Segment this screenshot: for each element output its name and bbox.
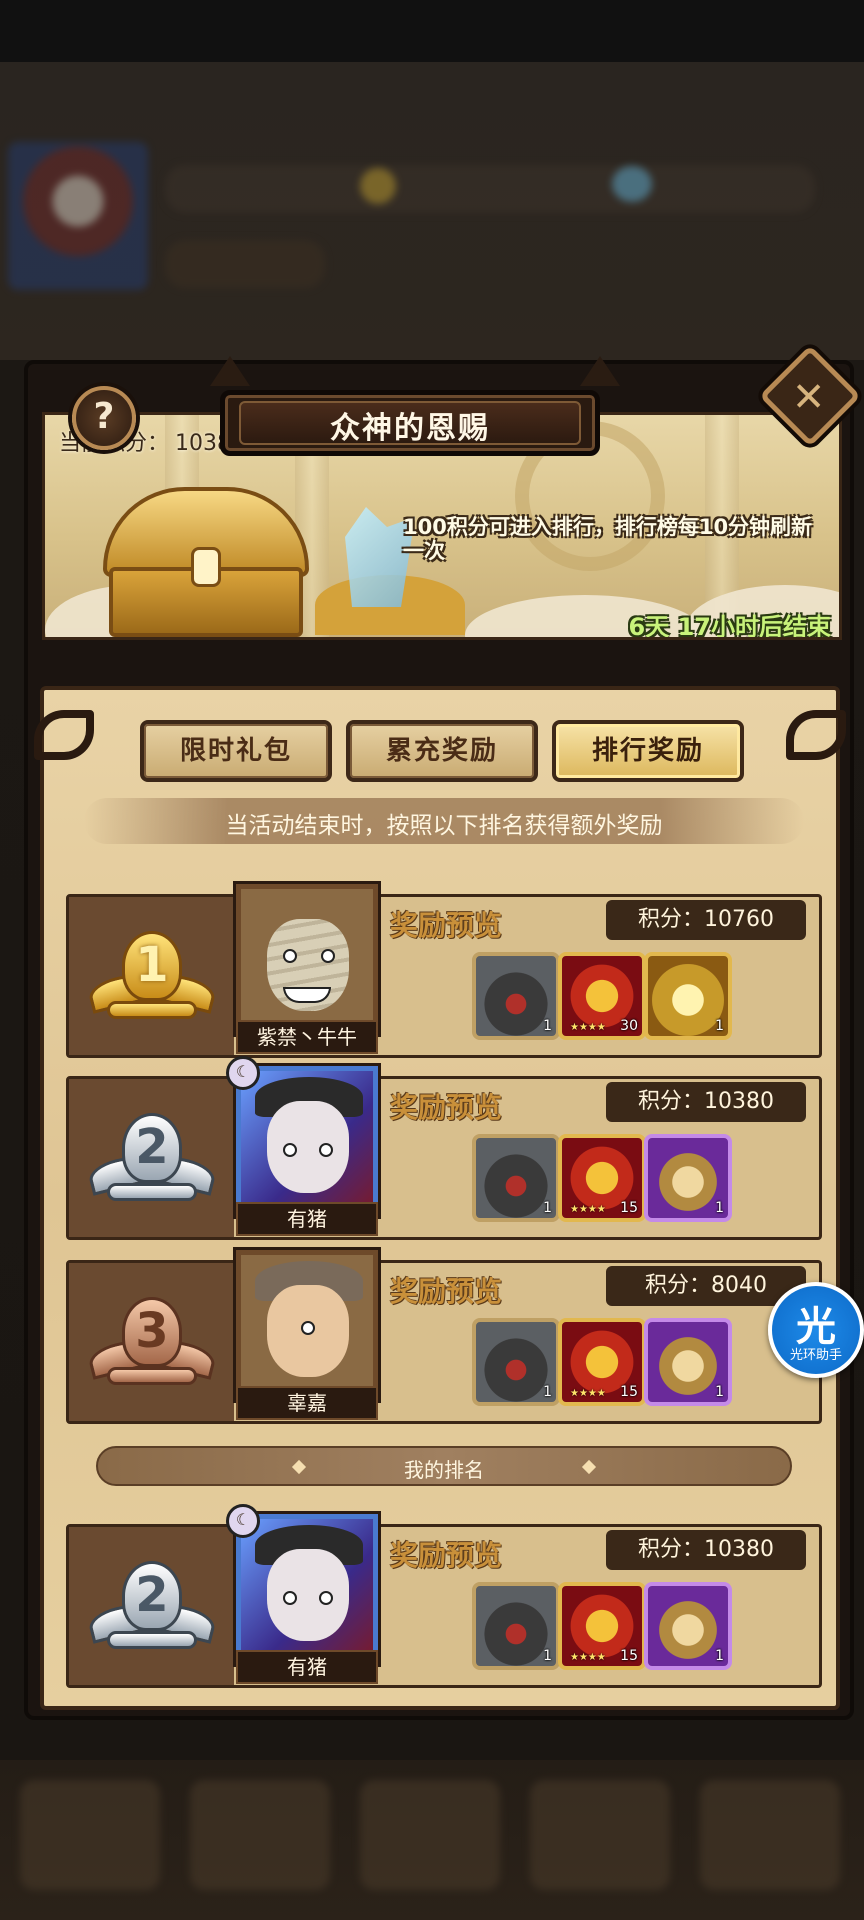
background-nav-slot [190,1780,330,1890]
hero-soul-fragment-icon[interactable]: ★★★★ 30 [558,952,646,1040]
moon-badge-icon: ☾ [226,1056,260,1090]
reward-preview-label: 奖励预览 [390,1091,503,1124]
purple-chest-icon[interactable]: 1 [644,1134,732,1222]
reward-quantity: 1 [715,1018,724,1034]
ranking-panel: 限时礼包 累充奖励 排行奖励 当活动结束时，按照以下排名获得额外奖励 1 紫禁丶… [34,686,846,1710]
player-score: 积分：10380 [606,1530,806,1570]
rank-row-1[interactable]: 1 紫禁丶牛牛 奖励预览 积分：10760 1 ★★★★ 30 1 [66,884,822,1058]
player-name: 辜嘉 [236,1386,378,1420]
silver-medal-icon: 2 [86,1113,218,1207]
rank-row-3[interactable]: 3 辜嘉 奖励预览 积分：8040 1 ★★★★ 15 1 [66,1250,822,1424]
my-rank-label: 我的排名 [404,1458,484,1482]
background-nav-slot [360,1780,500,1890]
reward-quantity: 1 [715,1200,724,1216]
player-avatar[interactable] [236,1514,378,1664]
frame-spike [580,356,620,386]
purple-chest-icon[interactable]: 1 [644,1318,732,1406]
player-avatar[interactable] [236,1066,378,1216]
tab-limited-gift[interactable]: 限时礼包 [140,720,332,782]
corner-ornament [34,710,94,760]
notice-text: 当活动结束时，按照以下排名获得额外奖励 [225,813,663,839]
reward-stars: ★★★★ [570,1388,606,1399]
bronze-medal-icon: 3 [86,1297,218,1391]
my-rank-row[interactable]: 2 ☾ 有猪 奖励预览 积分：10380 1 ★★★★ 15 1 [66,1504,822,1688]
reward-quantity: 1 [543,1018,552,1034]
background-avatar [8,142,148,290]
rank-row-2[interactable]: 2 ☾ 有猪 奖励预览 积分：10380 1 ★★★★ 15 1 [66,1056,822,1240]
help-button[interactable]: ? [72,386,136,450]
player-score: 积分：10380 [606,1082,806,1122]
hero-soul-fragment-icon[interactable]: ★★★★ 15 [558,1582,646,1670]
reward-quantity: 1 [543,1200,552,1216]
dark-knight-helm-icon[interactable]: 1 [472,1582,560,1670]
reward-quantity: 15 [620,1648,638,1664]
reward-quantity: 1 [543,1384,552,1400]
background-gem-icon [612,166,652,202]
reward-quantity: 15 [620,1200,638,1216]
hero-soul-fragment-icon[interactable]: ★★★★ 15 [558,1318,646,1406]
event-dialog: 当前积分：10380 100积分可进入排行，排行榜每10分钟刷新一次 6天 17… [14,345,861,1720]
reward-stars: ★★★★ [570,1022,606,1033]
reward-quantity: 30 [620,1018,638,1034]
moon-badge-icon: ☾ [226,1504,260,1538]
background-nav-slot [20,1780,160,1890]
reward-quantity: 15 [620,1384,638,1400]
dark-knight-helm-icon[interactable]: 1 [472,1134,560,1222]
reward-quantity: 1 [715,1384,724,1400]
player-name: 有猪 [236,1650,378,1684]
treasure-chest-icon [103,487,309,637]
player-avatar[interactable] [236,884,378,1034]
purple-chest-icon[interactable]: 1 [644,1582,732,1670]
frame-spike [210,356,250,386]
background-status-bar [165,240,325,288]
background-resource-bar [165,165,815,213]
tab-ranking-reward[interactable]: 排行奖励 [552,720,744,782]
close-icon: ✕ [791,374,826,421]
player-score: 积分：10760 [606,900,806,940]
reward-quantity: 1 [543,1648,552,1664]
silver-medal-icon: 2 [86,1561,218,1655]
background-nav-slot [700,1780,840,1890]
reward-quantity: 1 [715,1648,724,1664]
dark-knight-helm-icon[interactable]: 1 [472,952,560,1040]
hero-soul-fragment-icon[interactable]: ★★★★ 15 [558,1134,646,1222]
reward-preview-label: 奖励预览 [390,909,503,942]
rank-number: 2 [135,1119,169,1175]
reward-preview-label: 奖励预览 [390,1539,503,1572]
ranking-rule-text: 100积分可进入排行，排行榜每10分钟刷新一次 [403,515,813,563]
player-name: 有猪 [236,1202,378,1236]
event-end-countdown: 6天 17小时后结束 [628,613,831,640]
title-plate: 众神的恩赐 [220,390,600,456]
notice-bar: 当活动结束时，按照以下排名获得额外奖励 [84,798,804,844]
floating-helper-button[interactable]: 光 光环助手 [768,1282,864,1378]
reward-preview-label: 奖励预览 [390,1275,503,1308]
tab-recharge-reward[interactable]: 累充奖励 [346,720,538,782]
dialog-title: 众神的恩赐 [330,411,490,446]
dark-knight-helm-icon[interactable]: 1 [472,1318,560,1406]
my-rank-divider: 我的排名 [96,1446,792,1486]
player-avatar[interactable] [236,1250,378,1400]
question-mark-icon: ? [93,396,115,437]
gold-chest-icon[interactable]: 1 [644,952,732,1040]
reward-stars: ★★★★ [570,1652,606,1663]
background-coin-icon [360,168,396,204]
rank-number: 2 [135,1567,169,1623]
background-nav-slot [530,1780,670,1890]
rank-number: 3 [135,1303,169,1359]
helper-label: 光环助手 [789,1348,842,1363]
player-name: 紫禁丶牛牛 [236,1020,378,1054]
reward-stars: ★★★★ [570,1204,606,1215]
gold-medal-icon: 1 [86,931,218,1025]
rank-number: 1 [135,937,169,993]
corner-ornament [786,710,846,760]
